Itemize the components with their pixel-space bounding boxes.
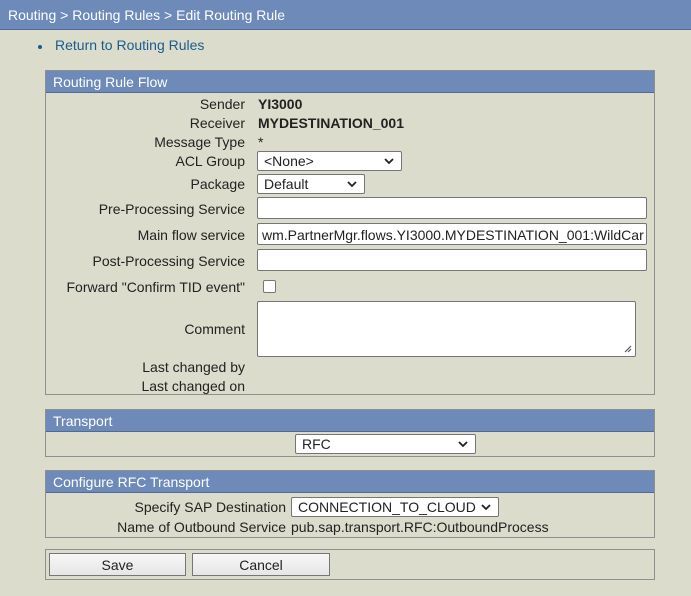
post-processing-label: Post-Processing Service — [92, 253, 245, 269]
sap-destination-select[interactable]: CONNECTION_TO_CLOUD — [291, 497, 499, 517]
comment-label: Comment — [184, 321, 245, 337]
outbound-service-value: pub.sap.transport.RFC:OutboundProcess — [291, 519, 549, 535]
package-selected: Default — [264, 176, 309, 192]
chevron-down-icon — [347, 181, 357, 188]
save-button[interactable]: Save — [49, 553, 186, 576]
rfc-transport-header: Configure RFC Transport — [46, 471, 654, 493]
cancel-button[interactable]: Cancel — [192, 553, 330, 576]
post-processing-service-input[interactable] — [257, 249, 647, 271]
message-type-value: * — [258, 134, 264, 150]
transport-header: Transport — [46, 410, 654, 432]
main-flow-label: Main flow service — [137, 227, 245, 243]
transport-selected: RFC — [302, 436, 331, 452]
package-label: Package — [190, 176, 245, 192]
forward-confirm-tid-label: Forward "Confirm TID event" — [66, 279, 245, 295]
sap-destination-label: Specify SAP Destination — [134, 499, 287, 515]
list-bullet — [38, 45, 42, 49]
routing-rule-flow-header: Routing Rule Flow — [46, 71, 654, 93]
main-flow-service-input[interactable]: wm.PartnerMgr.flows.YI3000.MYDESTINATION… — [257, 223, 647, 245]
comment-textarea[interactable] — [257, 301, 636, 357]
last-changed-on-label: Last changed on — [141, 378, 245, 394]
chevron-down-icon — [481, 504, 491, 511]
chevron-down-icon — [384, 158, 394, 165]
breadcrumb: Routing > Routing Rules > Edit Routing R… — [0, 0, 691, 30]
outbound-service-label: Name of Outbound Service — [117, 519, 286, 535]
message-type-label: Message Type — [154, 134, 245, 150]
sender-value: YI3000 — [258, 96, 303, 112]
sap-destination-selected: CONNECTION_TO_CLOUD — [298, 499, 476, 515]
return-to-routing-rules-link[interactable]: Return to Routing Rules — [55, 37, 204, 53]
acl-group-selected: <None> — [264, 153, 314, 169]
transport-select[interactable]: RFC — [295, 434, 476, 454]
sender-label: Sender — [199, 96, 245, 112]
receiver-value: MYDESTINATION_001 — [258, 115, 404, 131]
chevron-down-icon — [458, 441, 468, 448]
forward-confirm-tid-checkbox[interactable] — [263, 280, 276, 293]
package-select[interactable]: Default — [257, 174, 365, 194]
acl-group-select[interactable]: <None> — [257, 151, 402, 171]
pre-processing-label: Pre-Processing Service — [98, 201, 245, 217]
resize-grip-icon[interactable] — [622, 343, 632, 353]
pre-processing-service-input[interactable] — [257, 197, 647, 219]
acl-group-label: ACL Group — [175, 153, 245, 169]
last-changed-by-label: Last changed by — [142, 359, 245, 375]
receiver-label: Receiver — [189, 115, 245, 131]
